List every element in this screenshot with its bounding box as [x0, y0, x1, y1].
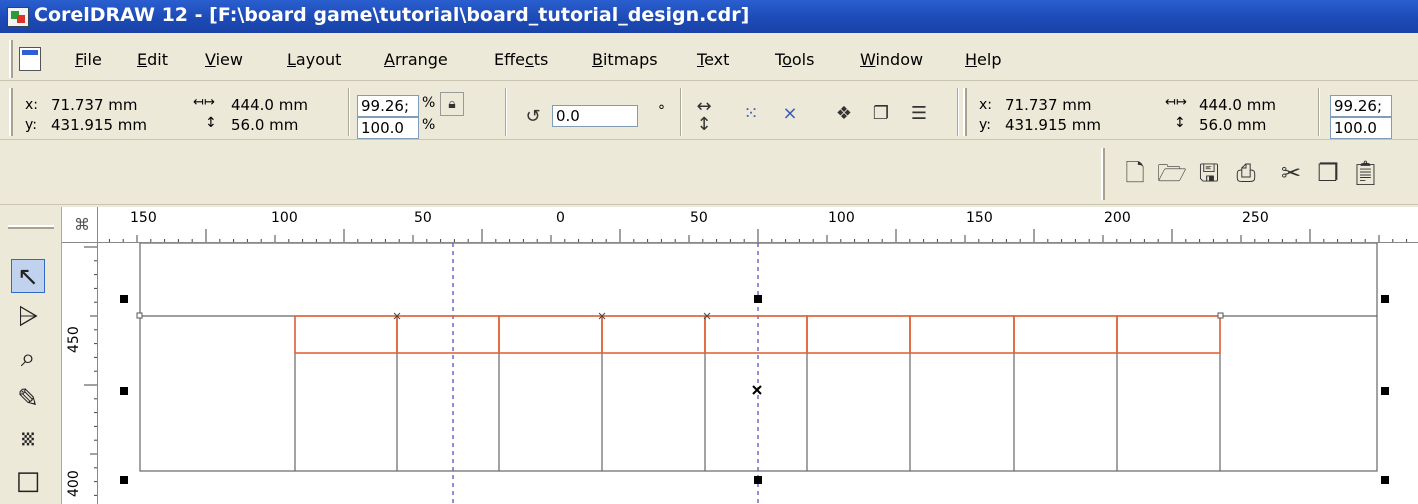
menu-layout[interactable]: Layout: [287, 50, 341, 69]
height-icon-2: ↕: [1174, 115, 1186, 131]
x-position-field[interactable]: 71.737 mm: [48, 95, 180, 117]
new-icon[interactable]: 🗋︎: [1120, 158, 1150, 188]
height-icon: ↕: [205, 115, 217, 131]
scale-y-field[interactable]: 100.0: [357, 117, 419, 139]
rotation-center-marker[interactable]: [752, 385, 762, 395]
separator: [680, 88, 682, 136]
height-field-2[interactable]: 56.0 mm: [1196, 115, 1302, 137]
ruler-h-label: 50: [690, 210, 708, 226]
menu-effects[interactable]: Effects: [494, 50, 548, 69]
separator: [348, 88, 350, 136]
toolbar-grip[interactable]: [1101, 148, 1105, 200]
y-position-field[interactable]: 431.915 mm: [48, 115, 180, 137]
menu-file[interactable]: File: [75, 50, 102, 69]
scale-x-field-2[interactable]: 99.26;: [1330, 95, 1392, 117]
drawing-canvas[interactable]: [98, 243, 1418, 504]
smart-drawing-tool-icon[interactable]: ␧: [11, 423, 45, 457]
open-icon[interactable]: 🗁︎: [1157, 158, 1187, 188]
combine-icon[interactable]: ⨯: [776, 100, 804, 128]
menu-arrange[interactable]: Arrange: [384, 50, 448, 69]
y-position-label: y:: [25, 117, 37, 133]
toolbox-grip[interactable]: [8, 225, 54, 229]
vertical-ruler[interactable]: 450 400: [62, 243, 98, 504]
selection-handles[interactable]: [120, 295, 1389, 484]
ruler-origin-icon[interactable]: ⌘: [62, 207, 98, 243]
propbar-grip[interactable]: [9, 88, 13, 136]
scale-y-field-2[interactable]: 100.0: [1330, 117, 1392, 139]
trim-icon[interactable]: ❐: [867, 100, 895, 128]
print-icon[interactable]: ⎙: [1231, 158, 1261, 188]
ruler-h-label: 50: [414, 210, 432, 226]
propbar-grip[interactable]: [963, 88, 967, 136]
title-bar: CorelDRAW 12 - [F:\board game\tutorial\b…: [0, 0, 1418, 33]
menu-help[interactable]: Help: [965, 50, 1001, 69]
zoom-tool-icon[interactable]: ⌕: [11, 341, 45, 375]
x-position-label-2: x:: [979, 97, 993, 113]
ruler-v-label: 450: [66, 326, 82, 353]
horizontal-ruler[interactable]: 150 100 50 0 50 100 150 200 250: [62, 207, 1418, 243]
document-icon[interactable]: [19, 47, 41, 71]
menu-text[interactable]: Text: [697, 50, 729, 69]
width-icon-2: ↤↦: [1165, 95, 1187, 110]
save-icon[interactable]: 🖫︎: [1194, 158, 1224, 188]
menu-tools[interactable]: Tools: [775, 50, 814, 69]
mirror-vertical-icon[interactable]: ↕: [690, 111, 718, 139]
menu-window[interactable]: Window: [860, 50, 923, 69]
window-title: CorelDRAW 12 - [F:\board game\tutorial\b…: [34, 4, 750, 26]
rotation-field[interactable]: 0.0: [552, 105, 638, 127]
menubar-grip[interactable]: [9, 40, 13, 78]
degree-label: °: [658, 103, 665, 119]
rectangle-tool-icon[interactable]: □: [11, 464, 45, 498]
y-position-field-2[interactable]: 431.915 mm: [1002, 115, 1134, 137]
ruler-h-label: 150: [130, 210, 157, 226]
ruler-h-label: 0: [556, 210, 565, 226]
x-position-field-2[interactable]: 71.737 mm: [1002, 95, 1134, 117]
ruler-h-label: 100: [828, 210, 855, 226]
y-position-label-2: y:: [979, 117, 991, 133]
copy-icon[interactable]: ❐: [1313, 158, 1343, 188]
break-apart-icon[interactable]: ⁙: [737, 100, 765, 128]
ruler-h-label: 200: [1104, 210, 1131, 226]
ruler-h-label: 100: [271, 210, 298, 226]
lock-ratio-icon[interactable]: 🔒︎: [440, 92, 464, 116]
shape-tool-icon[interactable]: ⩥: [11, 300, 45, 334]
drawing-svg: [120, 243, 1389, 504]
menu-view[interactable]: View: [205, 50, 243, 69]
width-field[interactable]: 444.0 mm: [228, 95, 334, 117]
x-position-label: x:: [25, 97, 39, 113]
weld-icon[interactable]: ❖: [830, 100, 858, 128]
paste-icon[interactable]: 📋︎: [1350, 158, 1380, 188]
coreldraw-app-icon[interactable]: [7, 7, 29, 27]
percent-y-label: %: [422, 117, 436, 133]
wrap-paragraph-text-icon[interactable]: ☰: [905, 100, 933, 128]
width-field-2[interactable]: 444.0 mm: [1196, 95, 1302, 117]
scale-x-field[interactable]: 99.26;: [357, 95, 419, 117]
menu-bitmaps[interactable]: Bitmaps: [592, 50, 658, 69]
menu-edit[interactable]: Edit: [137, 50, 168, 69]
separator: [505, 88, 507, 136]
separator: [957, 88, 959, 136]
rotation-icon: ↺: [525, 106, 541, 127]
percent-x-label: %: [422, 95, 436, 111]
separator: [1318, 88, 1320, 136]
ruler-v-label: 400: [66, 470, 82, 497]
ruler-h-label: 150: [966, 210, 993, 226]
pick-tool-icon[interactable]: ↖: [11, 259, 45, 293]
cut-icon[interactable]: ✂: [1276, 158, 1306, 188]
ruler-h-label: 250: [1242, 210, 1269, 226]
width-icon: ↤↦: [193, 95, 215, 110]
toolbox: ↖ ⩥ ⌕ ✎ ␧ □: [0, 207, 62, 504]
height-field[interactable]: 56.0 mm: [228, 115, 334, 137]
freehand-tool-icon[interactable]: ✎: [11, 382, 45, 416]
